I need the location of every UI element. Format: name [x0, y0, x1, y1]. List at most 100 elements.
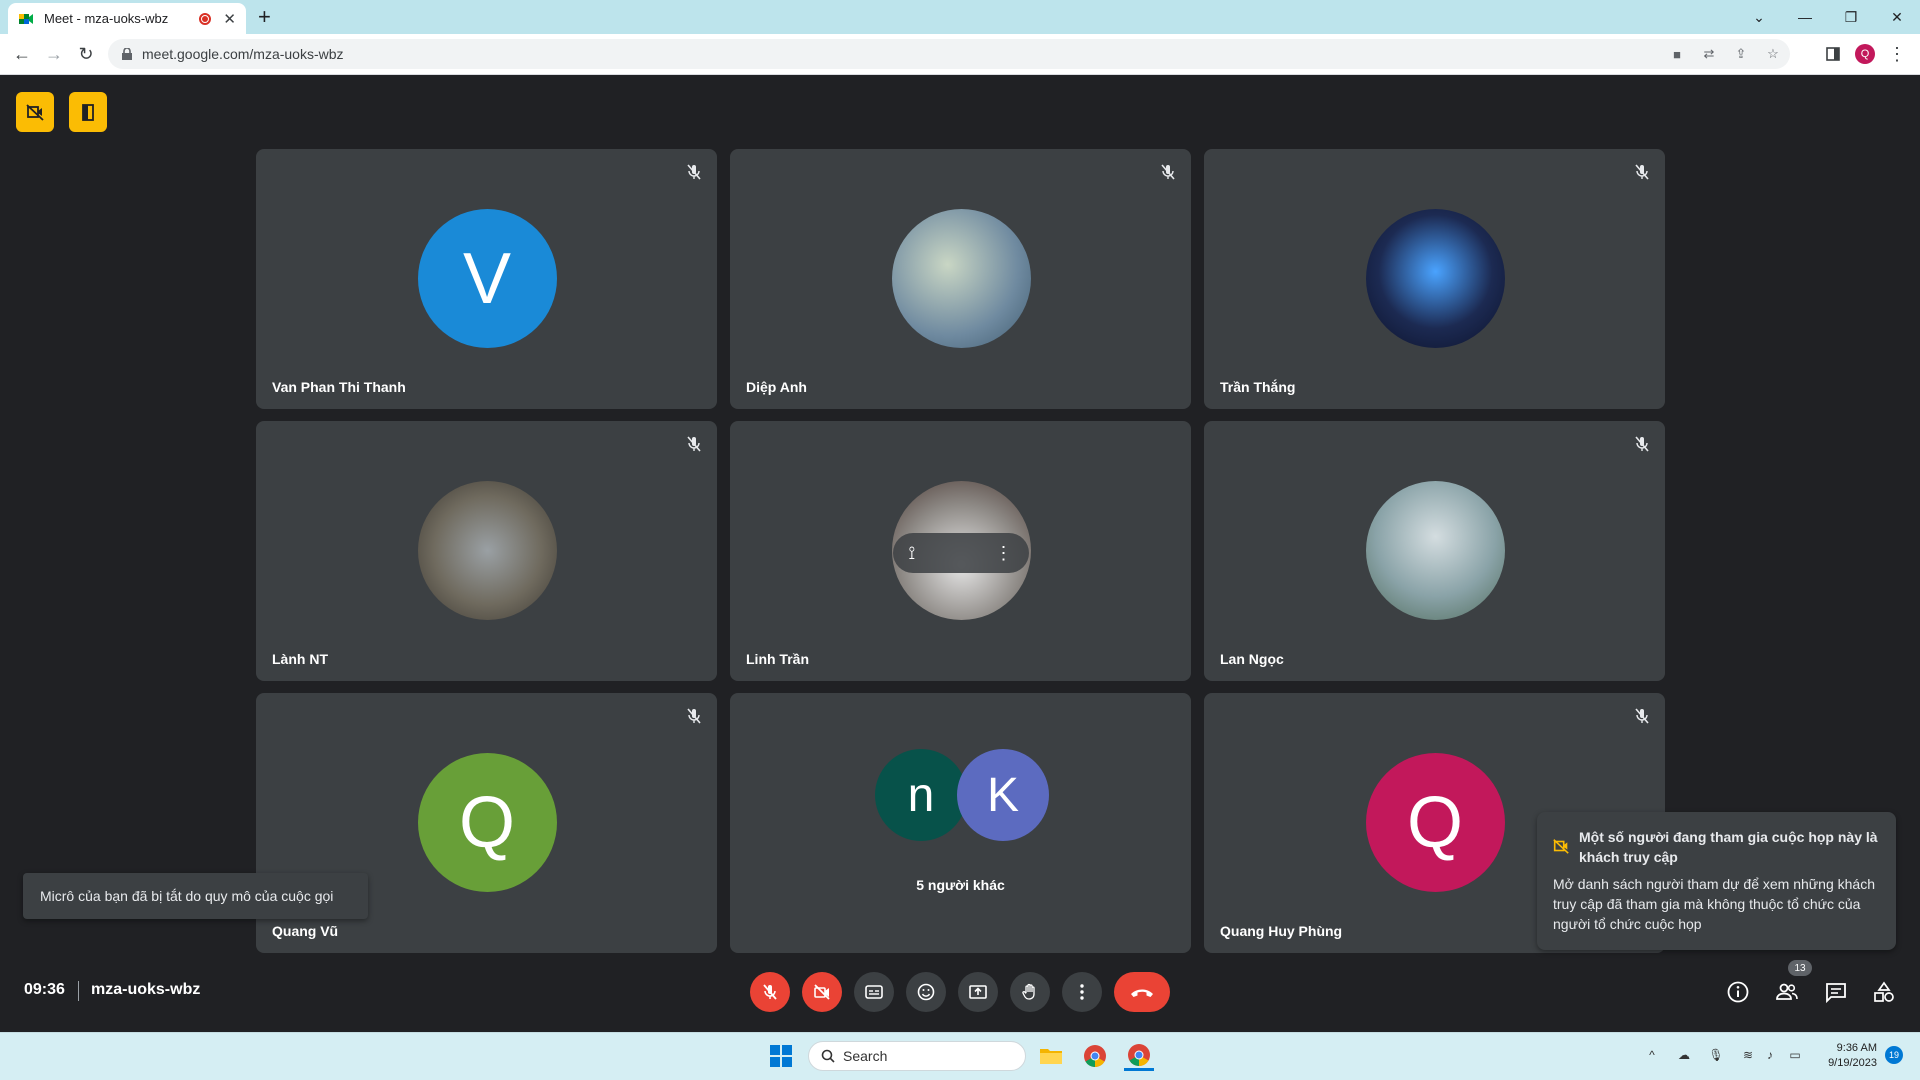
avatar-photo — [1365, 209, 1505, 348]
address-bar[interactable]: meet.google.com/mza-uoks-wbz ■ ⇄ ⇪ ☆ — [108, 39, 1790, 69]
participant-name: Lành NT — [272, 651, 328, 667]
mic-off-icon — [1635, 708, 1649, 724]
avatar: K — [957, 749, 1049, 841]
forward-icon[interactable]: → — [42, 42, 66, 66]
microphone-tray-icon[interactable]: 🎙 — [1707, 1046, 1725, 1064]
participant-tile[interactable]: ⟟ ⋮ Linh Trần — [730, 421, 1191, 681]
reload-icon[interactable]: ↻ — [74, 42, 98, 66]
tile-hover-controls: ⟟ ⋮ — [892, 533, 1029, 573]
taskbar-search-box[interactable]: Search — [808, 1041, 1026, 1071]
avatar: Q — [417, 753, 557, 892]
browser-tab[interactable]: Meet - mza-uoks-wbz ✕ — [8, 3, 246, 34]
chrome-menu-icon[interactable]: ⋮ — [1884, 40, 1910, 68]
guest-notice-panel[interactable]: Một số người đang tham gia cuộc họp này … — [1537, 812, 1896, 950]
mic-off-icon — [687, 708, 701, 724]
present-screen-button[interactable] — [958, 972, 998, 1012]
avatar-photo — [891, 209, 1031, 348]
minimize-icon[interactable]: — — [1782, 0, 1828, 34]
side-panel-icon[interactable] — [1820, 40, 1846, 68]
more-vert-icon — [1080, 984, 1084, 1000]
toast-text: Micrô của bạn đã bị tắt do quy mô của cu… — [40, 888, 334, 904]
participant-tile[interactable]: Diệp Anh — [730, 149, 1191, 409]
captions-button[interactable] — [854, 972, 894, 1012]
browser-toolbar: ← → ↻ meet.google.com/mza-uoks-wbz ■ ⇄ ⇪… — [0, 34, 1920, 75]
volume-icon[interactable]: ♪ — [1761, 1046, 1779, 1064]
mic-off-icon — [687, 436, 701, 452]
translate-icon[interactable]: ⇄ — [1700, 45, 1718, 63]
emoji-icon — [917, 983, 935, 1001]
closed-captions-icon — [865, 985, 883, 999]
raise-hand-button[interactable] — [1010, 972, 1050, 1012]
host-controls-button[interactable] — [69, 92, 107, 132]
restore-icon[interactable]: ❐ — [1828, 0, 1874, 34]
activities-button[interactable] — [1870, 978, 1898, 1006]
participant-tile[interactable]: Trần Thắng — [1204, 149, 1665, 409]
camera-toggle-button[interactable] — [802, 972, 842, 1012]
door-icon — [82, 104, 94, 121]
participant-name: Quang Vũ — [272, 923, 339, 939]
participant-name: Diệp Anh — [746, 379, 807, 395]
participant-name: Trần Thắng — [1220, 379, 1296, 395]
recording-indicator-icon — [199, 12, 212, 25]
more-options-button[interactable] — [1062, 972, 1102, 1012]
wifi-icon[interactable]: ≋ — [1739, 1046, 1757, 1064]
divider — [78, 981, 79, 1001]
file-explorer-icon[interactable] — [1036, 1041, 1066, 1071]
more-options-icon[interactable]: ⋮ — [995, 543, 1013, 564]
avatar: n — [875, 749, 967, 841]
chrome-active-icon[interactable] — [1124, 1041, 1154, 1071]
microphone-toggle-button[interactable] — [750, 972, 790, 1012]
close-window-icon[interactable]: ✕ — [1874, 0, 1920, 34]
browser-tab-strip: Meet - mza-uoks-wbz ✕ + ⌄ — ❐ ✕ — [0, 0, 1920, 34]
info-icon — [1727, 981, 1749, 1003]
leave-call-button[interactable] — [1114, 972, 1170, 1012]
participant-name: Van Phan Thi Thanh — [272, 379, 406, 395]
profile-initial: Q — [1855, 44, 1875, 64]
lock-icon — [122, 48, 132, 60]
mic-off-icon — [763, 984, 777, 1000]
mic-off-icon — [1161, 164, 1175, 180]
share-icon[interactable]: ⇪ — [1732, 45, 1750, 63]
mic-off-icon — [1635, 164, 1649, 180]
participant-tile[interactable]: V Van Phan Thi Thanh — [256, 149, 717, 409]
profile-avatar[interactable]: Q — [1852, 40, 1878, 68]
close-tab-icon[interactable]: ✕ — [223, 10, 236, 28]
people-icon — [1776, 983, 1798, 1000]
onedrive-icon[interactable]: ☁ — [1675, 1046, 1693, 1064]
taskbar-clock[interactable]: 9:36 AM 9/19/2023 — [1812, 1041, 1877, 1071]
participant-name: Lan Ngọc — [1220, 651, 1284, 667]
pin-icon[interactable]: ⟟ — [909, 543, 916, 564]
show-hidden-icons-icon[interactable]: ^ — [1643, 1046, 1661, 1064]
chat-icon — [1826, 983, 1846, 1004]
reactions-button[interactable] — [906, 972, 946, 1012]
search-placeholder: Search — [843, 1048, 888, 1064]
windows-start-icon[interactable] — [770, 1045, 792, 1067]
camera-permission-icon[interactable]: ■ — [1668, 45, 1686, 63]
others-tile[interactable]: n K 5 người khác — [730, 693, 1191, 953]
avatar: Q — [1365, 753, 1505, 892]
new-tab-icon[interactable]: + — [258, 4, 271, 30]
people-button[interactable] — [1773, 978, 1801, 1006]
present-icon — [969, 985, 987, 999]
participant-tile[interactable]: Lan Ngọc — [1204, 421, 1665, 681]
chrome-icon[interactable] — [1080, 1041, 1110, 1071]
no-video-icon — [1553, 839, 1569, 854]
participant-tile[interactable]: Lành NT — [256, 421, 717, 681]
bookmark-star-icon[interactable]: ☆ — [1764, 45, 1782, 63]
guest-access-indicator-button[interactable] — [16, 92, 54, 132]
notice-title: Một số người đang tham gia cuộc họp này … — [1579, 829, 1878, 865]
meeting-details-button[interactable] — [1724, 978, 1752, 1006]
avatar: V — [417, 209, 557, 348]
taskbar-date: 9/19/2023 — [1828, 1057, 1877, 1069]
avatar-photo — [417, 481, 557, 620]
tab-search-icon[interactable]: ⌄ — [1736, 0, 1782, 34]
participant-name: Linh Trần — [746, 651, 809, 667]
video-off-icon — [814, 984, 830, 1000]
mic-off-icon — [687, 164, 701, 180]
participant-name: Quang Huy Phùng — [1220, 923, 1343, 939]
back-icon[interactable]: ← — [10, 42, 34, 66]
avatar-photo — [1365, 481, 1505, 620]
battery-icon[interactable]: ▭ — [1786, 1046, 1804, 1064]
chat-button[interactable] — [1822, 978, 1850, 1006]
notification-badge[interactable]: 19 — [1885, 1046, 1903, 1064]
